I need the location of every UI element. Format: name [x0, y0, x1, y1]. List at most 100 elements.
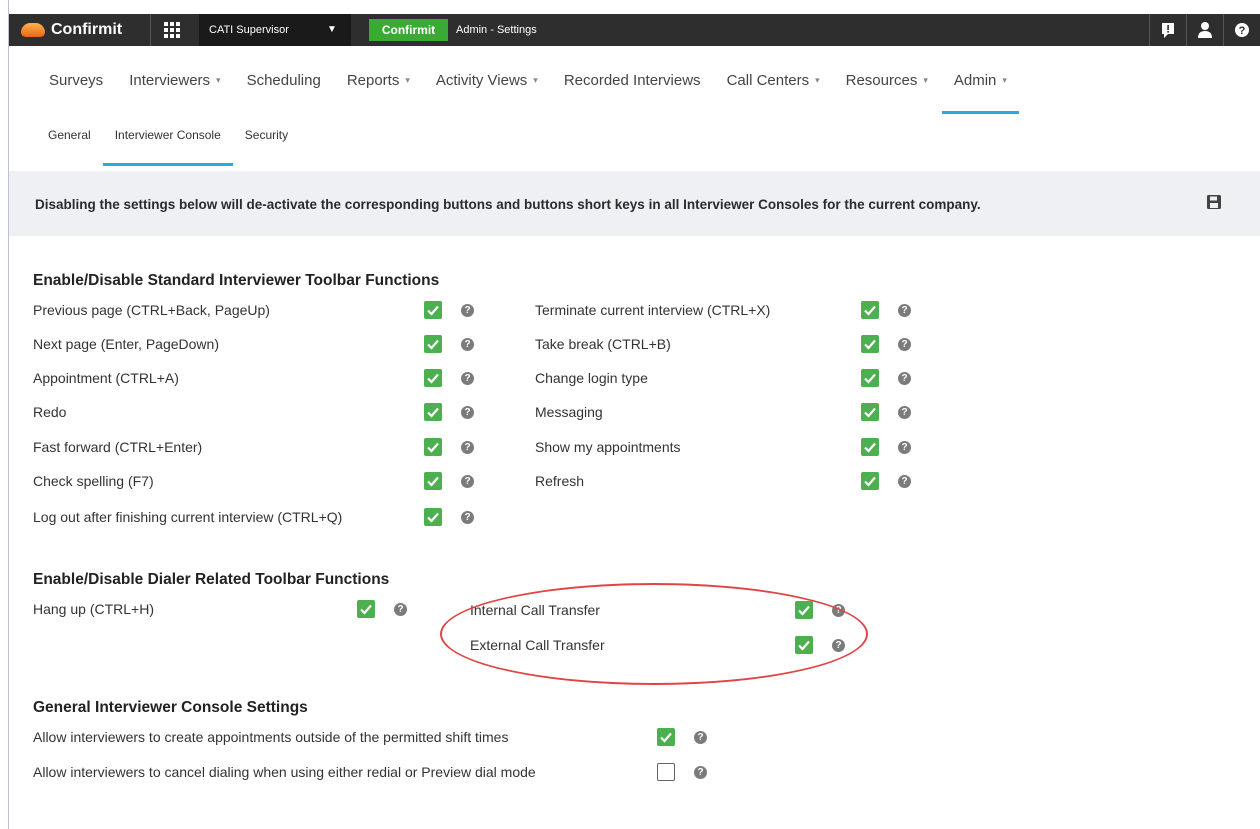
- setting-checkbox[interactable]: [424, 369, 442, 387]
- setting-checkbox[interactable]: [861, 335, 879, 353]
- setting-checkbox[interactable]: [861, 301, 879, 319]
- nav-item-interviewers[interactable]: Interviewers ▾: [129, 72, 220, 98]
- setting-checkbox[interactable]: [424, 508, 442, 526]
- main-nav: Surveys Interviewers ▾ Scheduling Reports ▾ Ac…: [49, 72, 1033, 114]
- nav-item-label: Call Centers: [726, 72, 810, 89]
- tab-interviewer-console[interactable]: Interviewer Console: [102, 128, 233, 166]
- setting-label: Terminate current interview (CTRL+X): [535, 302, 771, 318]
- tab-security[interactable]: Security: [245, 128, 288, 142]
- nav-item-recorded-interviews[interactable]: Recorded Interviews: [564, 72, 701, 98]
- workspace-selector[interactable]: CATI Supervisor ▼: [199, 14, 351, 46]
- tab-general[interactable]: General: [48, 128, 91, 142]
- setting-label: Check spelling (F7): [33, 473, 154, 489]
- question-circle-icon[interactable]: ?: [898, 372, 911, 385]
- setting-label: Fast forward (CTRL+Enter): [33, 439, 203, 455]
- nav-item-activity-views[interactable]: Activity Views ▾: [436, 72, 538, 98]
- highlight-annotation: [440, 583, 868, 685]
- question-circle-icon[interactable]: ?: [461, 406, 474, 419]
- question-circle-icon[interactable]: ?: [898, 441, 911, 454]
- tab-label: Interviewer Console: [114, 128, 221, 142]
- setting-checkbox[interactable]: [357, 600, 375, 618]
- nav-item-label: Recorded Interviews: [563, 72, 701, 89]
- checkmark-icon: [360, 604, 372, 615]
- setting-checkbox[interactable]: [861, 369, 879, 387]
- question-circle-icon[interactable]: ?: [898, 304, 911, 317]
- setting-label: Previous page (CTRL+Back, PageUp): [33, 302, 270, 318]
- question-circle-icon[interactable]: ?: [898, 406, 911, 419]
- nav-item-label: Surveys: [49, 72, 104, 89]
- setting-checkbox[interactable]: [861, 472, 879, 490]
- setting-label: Messaging: [535, 404, 603, 420]
- app-grid-icon[interactable]: [164, 22, 180, 38]
- question-circle-icon[interactable]: ?: [898, 338, 911, 351]
- logo[interactable]: Confirmit: [21, 20, 122, 40]
- setting-label: Log out after finishing current intervie…: [33, 509, 343, 525]
- nav-item-call-centers[interactable]: Call Centers ▾: [727, 72, 820, 98]
- question-circle-icon[interactable]: ?: [694, 731, 707, 744]
- setting-checkbox[interactable]: [861, 403, 879, 421]
- workspace-label: CATI Supervisor: [209, 24, 289, 36]
- setting-label: Next page (Enter, PageDown): [33, 336, 219, 352]
- setting-label: Redo: [33, 404, 67, 420]
- active-tab-indicator: [941, 111, 1019, 114]
- divider: [150, 14, 151, 46]
- setting-checkbox[interactable]: [657, 763, 675, 781]
- nav-item-scheduling[interactable]: Scheduling: [247, 72, 321, 98]
- setting-checkbox[interactable]: [424, 438, 442, 456]
- question-circle-icon[interactable]: ?: [898, 475, 911, 488]
- checkmark-icon: [427, 407, 439, 418]
- nav-item-label: Activity Views: [435, 72, 528, 89]
- message-icon[interactable]: [1149, 14, 1186, 46]
- nav-item-label: Scheduling: [246, 72, 321, 89]
- chevron-down-icon: ▾: [1002, 75, 1007, 85]
- chevron-down-icon: ▾: [533, 75, 538, 85]
- nav-item-surveys[interactable]: Surveys: [49, 72, 103, 98]
- checkmark-icon: [864, 305, 876, 316]
- checkmark-icon: [864, 373, 876, 384]
- setting-checkbox[interactable]: [424, 403, 442, 421]
- question-circle-icon[interactable]: ?: [461, 372, 474, 385]
- banner-message: Disabling the settings below will de-act…: [35, 197, 981, 212]
- info-banner: Disabling the settings below will de-act…: [9, 171, 1260, 236]
- question-circle-icon[interactable]: ?: [461, 441, 474, 454]
- logo-text: Confirmit: [51, 21, 123, 38]
- checkmark-icon: [427, 373, 439, 384]
- checkmark-icon: [427, 305, 439, 316]
- top-bar: Confirmit CATI Supervisor ▼ Confirmit Ad…: [9, 14, 1260, 46]
- question-circle-icon[interactable]: ?: [461, 475, 474, 488]
- save-icon[interactable]: [1205, 193, 1223, 211]
- question-circle-icon[interactable]: ?: [694, 766, 707, 779]
- nav-item-label: Interviewers: [129, 72, 211, 89]
- nav-item-label: Resources: [845, 72, 918, 89]
- nav-item-reports[interactable]: Reports ▾: [347, 72, 410, 98]
- checkmark-icon: [864, 339, 876, 350]
- setting-label: Allow interviewers to cancel dialing whe…: [33, 764, 536, 780]
- section-title-dialer: Enable/Disable Dialer Related Toolbar Fu…: [33, 571, 390, 588]
- frame-border: [8, 0, 9, 829]
- chevron-down-icon: ▾: [405, 75, 410, 85]
- setting-label: Refresh: [535, 473, 585, 489]
- setting-checkbox[interactable]: [861, 438, 879, 456]
- question-circle-icon[interactable]: ?: [461, 511, 474, 524]
- product-button[interactable]: Confirmit: [369, 19, 448, 41]
- section-title-general: General Interviewer Console Settings: [33, 699, 308, 716]
- nav-item-resources[interactable]: Resources ▾: [846, 72, 928, 98]
- help-icon[interactable]: ?: [1223, 14, 1260, 46]
- checkmark-icon: [660, 732, 672, 743]
- checkmark-icon: [427, 339, 439, 350]
- setting-checkbox[interactable]: [657, 728, 675, 746]
- checkmark-icon: [427, 442, 439, 453]
- question-circle-icon[interactable]: ?: [461, 304, 474, 317]
- user-icon[interactable]: [1186, 14, 1223, 46]
- question-circle-icon[interactable]: ?: [461, 338, 474, 351]
- setting-label: Take break (CTRL+B): [535, 336, 671, 352]
- question-circle-icon[interactable]: ?: [394, 603, 407, 616]
- setting-checkbox[interactable]: [424, 335, 442, 353]
- chevron-down-icon: ▾: [815, 75, 820, 85]
- nav-item-label: Admin: [953, 72, 997, 89]
- svg-text:?: ?: [1239, 25, 1246, 37]
- breadcrumb: Admin - Settings: [456, 24, 537, 36]
- setting-checkbox[interactable]: [424, 472, 442, 490]
- nav-item-admin[interactable]: Admin ▾: [941, 72, 1019, 114]
- setting-checkbox[interactable]: [424, 301, 442, 319]
